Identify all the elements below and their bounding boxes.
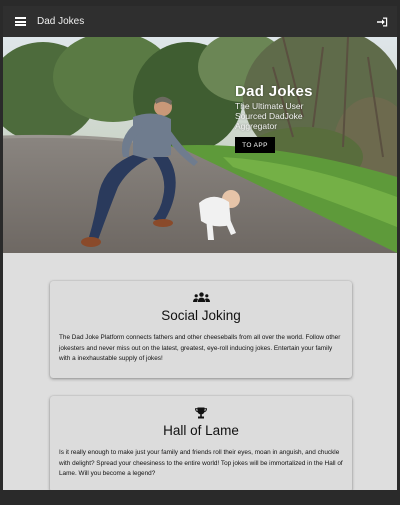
hamburger-menu-icon [14, 17, 26, 26]
app-window: Dad Jokes Dad Jokes The Ultimate User So… [3, 6, 397, 496]
login-icon [376, 17, 387, 26]
card-body: The Dad Joke Platform connects fathers a… [59, 334, 341, 362]
bottom-bezel [0, 490, 400, 505]
card-title: Social Joking [161, 308, 241, 323]
menu-button[interactable] [7, 6, 33, 37]
users-icon [50, 292, 352, 303]
hero-title: Dad Jokes [235, 83, 313, 100]
app-bar: Dad Jokes [3, 6, 397, 37]
card-body: Is it really enough to make just your fa… [59, 449, 343, 477]
feature-card-hall-of-lame: Hall of Lame Is it really enough to make… [50, 396, 352, 492]
to-app-button[interactable]: TO APP [235, 137, 275, 153]
card-title: Hall of Lame [163, 423, 239, 438]
hero-tagline: The Ultimate User Sourced DadJoke Aggreg… [235, 101, 304, 131]
hero-overlay: Dad Jokes The Ultimate User Sourced DadJ… [235, 83, 375, 153]
login-button[interactable] [374, 6, 390, 37]
hero-banner: Dad Jokes The Ultimate User Sourced DadJ… [3, 37, 397, 253]
app-title: Dad Jokes [37, 16, 85, 27]
feature-card-social-joking: Social Joking The Dad Joke Platform conn… [50, 281, 352, 378]
trophy-icon [50, 407, 352, 419]
